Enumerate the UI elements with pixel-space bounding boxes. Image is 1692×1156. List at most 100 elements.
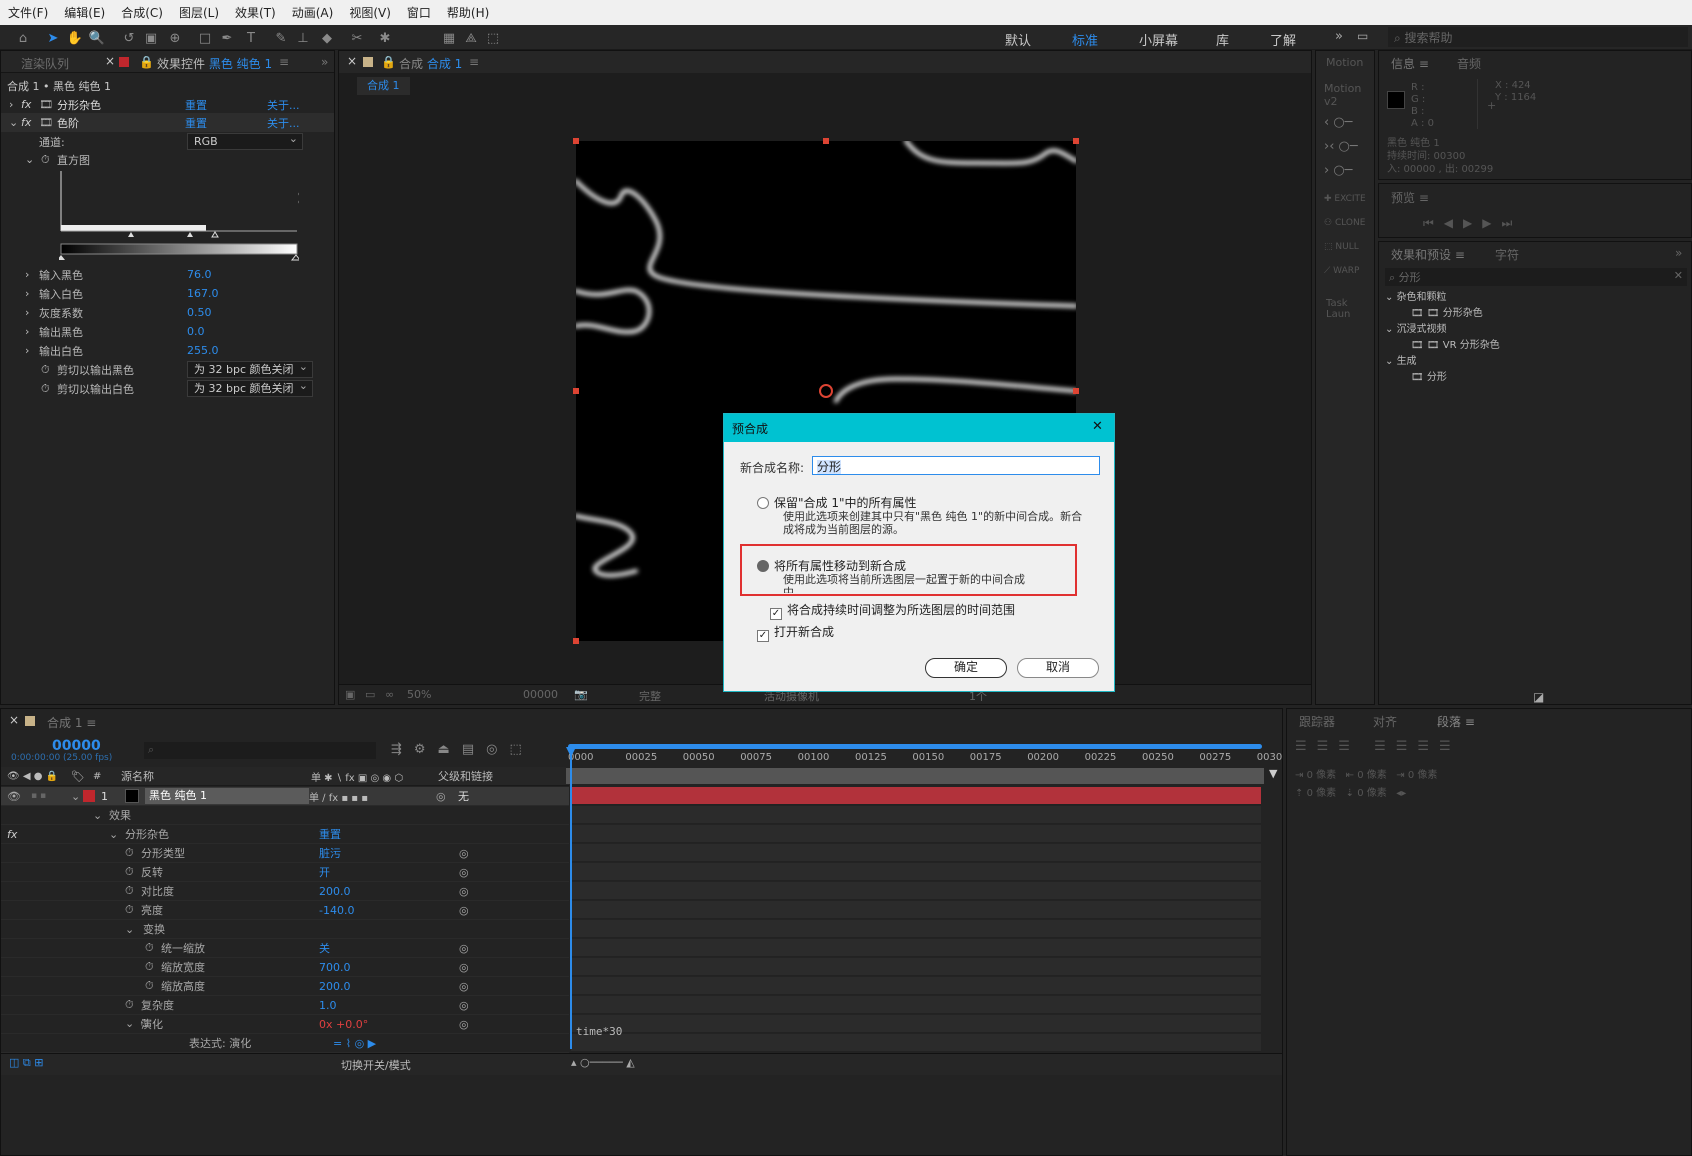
time-ruler[interactable]: 0000 00025 00050 00075 00100 00125 00150 00175 0… [566,744,1282,784]
fx-icon[interactable]: fx [1,828,109,841]
close-tab-icon[interactable]: × [347,54,357,68]
home-icon[interactable]: ⌂ [14,29,32,47]
track-row[interactable] [571,825,1261,843]
pen-tool-icon[interactable]: ✒ [218,29,236,47]
clip-black-dropdown[interactable]: 为 32 bpc 颜色关闭 [187,359,313,378]
handle-tl[interactable] [573,138,579,144]
rotate-tool-icon[interactable]: ↺ [120,29,138,47]
tab-paragraph[interactable]: 段落 ≡ [1437,713,1475,730]
track-row[interactable] [571,920,1261,938]
track-row[interactable] [571,882,1261,900]
fractal-reset-link[interactable]: 重置 [319,826,341,842]
effects-group-row[interactable]: ⌄ 效果 [1,806,569,825]
property-row[interactable]: ⏱ 复杂度 1.0 ◎ [1,996,569,1015]
close-tab-icon[interactable]: × [9,713,19,727]
menu-item[interactable]: 编辑(E) [56,4,113,21]
property-value[interactable]: 200.0 [319,885,459,898]
levels-param-row[interactable]: › 输入白色 167.0 [25,284,219,303]
layer-name[interactable]: 黑色 纯色 1 [145,788,309,804]
radio-keep-attributes[interactable] [757,497,769,509]
adjust-duration-option[interactable]: ✓ 将合成持续时间调整为所选图层的时间范围 [770,601,1015,620]
chevron-right-icon[interactable]: › [25,268,39,281]
text-tool-icon[interactable]: T [242,29,260,47]
track-row[interactable] [571,996,1261,1014]
clone-button[interactable]: ⚇ CLONE [1324,218,1365,228]
column-parent[interactable]: 父级和链接 [438,768,493,784]
workspace-1[interactable]: 标准 [1072,30,1098,49]
reset-link[interactable]: 重置 [185,115,267,131]
open-comp-option[interactable]: ✓ 打开新合成 [757,623,834,642]
pickwhip-icon[interactable]: ◎ [459,942,469,955]
paragraph-align-buttons[interactable]: ☰☰☰ ☰☰☰☰ [1295,739,1461,754]
expand-icon[interactable]: » [321,55,328,69]
footer-icons[interactable]: ◫ ⧉ ⊞ [9,1056,43,1070]
fractal-effect-row[interactable]: fx ⌄ 分形杂色 重置 [1,825,569,844]
axis-local-icon[interactable]: ▦ [440,29,458,47]
tab-preview[interactable]: 预览 ≡ [1391,189,1429,206]
panel-menu-icon[interactable]: ≡ [469,55,479,69]
stopwatch-icon[interactable]: ⏱ [1,960,161,974]
track-row[interactable] [571,806,1261,824]
property-row[interactable]: ⏱ 缩放高度 200.0 ◎ [1,977,569,996]
playhead[interactable] [570,749,572,1049]
tab-render-queue[interactable]: 渲染队列 [21,55,69,72]
levels-param-row[interactable]: › 输出白色 255.0 [25,341,219,360]
fx-icon[interactable]: fx [21,98,39,111]
ok-button[interactable]: 确定 [925,658,1007,678]
stopwatch-icon[interactable]: ⌄ ⏱ [1,1017,149,1031]
dialog-close-icon[interactable]: ✕ [1092,419,1103,434]
anchor-point-icon[interactable] [819,384,833,398]
vr-icon[interactable]: ∞ [385,688,394,701]
clear-search-icon[interactable]: ✕ [1674,269,1683,282]
monitor-icon[interactable]: ▭ [365,688,375,701]
axis-world-icon[interactable]: ⟁ [462,29,480,47]
stopwatch-icon[interactable]: ⏱ [1,865,141,879]
pickwhip-icon[interactable]: ◎ [436,790,458,803]
track-row[interactable] [571,977,1261,995]
motion-ease-both-icon[interactable]: ›‹ ○─ [1324,139,1358,154]
tab-info[interactable]: 信息 ≡ [1391,55,1429,72]
label-icon[interactable]: 🏷 [71,770,93,783]
handle-tr[interactable] [1073,138,1079,144]
menu-item[interactable]: 合成(C) [113,4,171,21]
excite-button[interactable]: ✚ EXCITE [1324,194,1366,204]
property-value[interactable]: 开 [319,864,459,880]
track-row[interactable] [571,901,1261,919]
property-row[interactable]: ⏱ 缩放宽度 700.0 ◎ [1,958,569,977]
tree-category[interactable]: ⌄ 杂色和颗粒 [1385,290,1500,306]
property-value[interactable]: -140.0 [319,904,459,917]
chevron-down-icon[interactable]: ⌄ [1,809,109,822]
property-value[interactable]: 0x +0.0° [319,1018,459,1031]
rectangle-tool-icon[interactable]: □ [196,29,214,47]
track-row[interactable] [571,844,1261,862]
chevron-down-icon[interactable]: ⌄ [1,923,143,936]
fx-icon[interactable]: fx [21,116,39,129]
reset-link[interactable]: 重置 [185,97,267,113]
track-row[interactable] [571,1015,1261,1033]
chevron-right-icon[interactable]: › [9,98,21,111]
chevron-down-icon[interactable]: ⌄ [9,116,21,129]
property-value[interactable]: 200.0 [319,980,459,993]
layer-av-switches[interactable]: ▪ ▪ [31,791,71,801]
pickwhip-icon[interactable]: ◎ [459,980,469,993]
eraser-tool-icon[interactable]: ◆ [318,29,336,47]
track-row[interactable] [571,958,1261,976]
chevron-down-icon[interactable]: ⌄ [25,153,41,166]
lock-icon[interactable]: 🔒 [139,55,154,69]
menu-item[interactable]: 动画(A) [284,4,342,21]
pickwhip-icon[interactable]: ◎ [459,904,469,917]
handle-ml[interactable] [573,388,579,394]
property-row[interactable]: ⏱ 反转 开 ◎ [1,863,569,882]
new-bin-icon[interactable]: ◪ [1533,690,1544,704]
chevron-right-icon[interactable]: › [25,287,39,300]
av-switches-icon[interactable]: 👁 ◀ ● 🔒 [1,771,71,782]
tab-character[interactable]: 字符 [1495,246,1519,263]
chevron-right-icon[interactable]: › [25,306,39,319]
adjust-duration-checkbox[interactable]: ✓ [770,608,782,620]
snapshot-icon[interactable]: 📷 [574,688,588,701]
timeline-search[interactable]: ⌕ [144,742,376,759]
option-move-attributes[interactable]: 将所有属性移动到新合成 使用此选项将当前所选图层一起置于新的中间合成 中。 [757,560,1025,593]
pan-behind-tool-icon[interactable]: ⊕ [166,29,184,47]
tab-effect-controls[interactable]: 效果控件 黑色 纯色 1 [157,55,272,72]
track-row[interactable] [571,1034,1261,1052]
